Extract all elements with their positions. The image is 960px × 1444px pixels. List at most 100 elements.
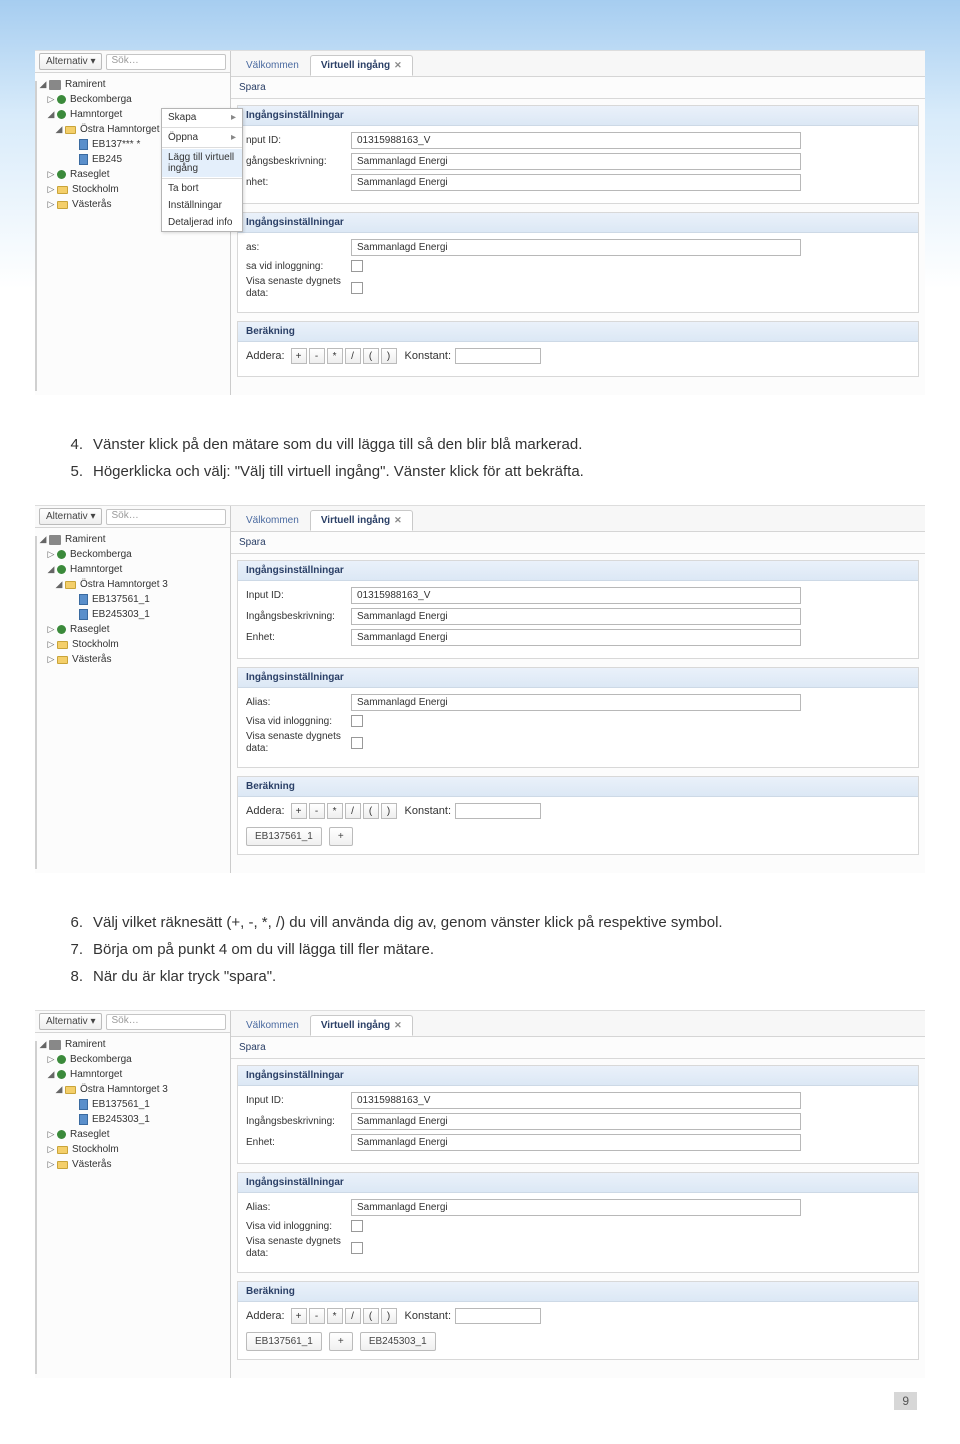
input-id-field[interactable]: 01315988163_V [351, 1092, 801, 1109]
formula-chip-plus[interactable]: + [329, 827, 353, 846]
alias-field[interactable]: Sammanlagd Energi [351, 239, 801, 256]
tab-valkommen[interactable]: Välkommen [235, 1015, 310, 1036]
beskrivning-field[interactable]: Sammanlagd Energi [351, 153, 801, 170]
visa-login-checkbox[interactable] [351, 260, 363, 272]
op-minus-button[interactable]: - [309, 348, 325, 364]
tab-valkommen[interactable]: Välkommen [235, 55, 310, 76]
tree-item[interactable]: Beckomberga [70, 547, 132, 562]
op-div-button[interactable]: / [345, 803, 361, 819]
op-lparen-button[interactable]: ( [363, 1308, 379, 1324]
op-mult-button[interactable]: * [327, 1308, 343, 1324]
panel-header: Beräkning [238, 1282, 918, 1302]
op-div-button[interactable]: / [345, 348, 361, 364]
tree-item[interactable]: Stockholm [72, 1142, 119, 1157]
op-mult-button[interactable]: * [327, 803, 343, 819]
ctx-skapa[interactable]: Skapa▸ [162, 109, 242, 126]
formula-chip[interactable]: EB137561_1 [246, 1332, 322, 1351]
visa-login-checkbox[interactable] [351, 1220, 363, 1232]
op-lparen-button[interactable]: ( [363, 803, 379, 819]
close-icon[interactable]: ✕ [394, 1020, 402, 1030]
tree-meter[interactable]: EB245303_1 [92, 607, 150, 622]
op-lparen-button[interactable]: ( [363, 348, 379, 364]
konstant-input[interactable] [455, 1308, 541, 1324]
tree-item[interactable]: Västerås [72, 197, 111, 212]
alias-field[interactable]: Sammanlagd Energi [351, 1199, 801, 1216]
visa-login-checkbox[interactable] [351, 715, 363, 727]
ctx-oppna[interactable]: Öppna▸ [162, 129, 242, 146]
tab-virtuell-ingang[interactable]: Virtuell ingång✕ [310, 510, 413, 531]
formula-chip[interactable]: EB137561_1 [246, 827, 322, 846]
options-button[interactable]: Alternativ ▾ [39, 53, 102, 70]
tree-item[interactable]: Östra Hamntorget 3 [80, 577, 168, 592]
context-menu: Skapa▸ Öppna▸ Lägg till virtuell ingång … [161, 108, 243, 232]
tree-meter[interactable]: EB245 [92, 152, 122, 167]
op-plus-button[interactable]: + [291, 1308, 307, 1324]
tree-meter[interactable]: EB245303_1 [92, 1112, 150, 1127]
tree-item[interactable]: Hamntorget [70, 562, 122, 577]
search-input[interactable]: Sök… [106, 509, 226, 525]
tree-item[interactable]: Hamntorget [70, 1067, 122, 1082]
formula-chip[interactable]: EB245303_1 [360, 1332, 436, 1351]
visa-dygn-checkbox[interactable] [351, 737, 363, 749]
tree-item[interactable]: Raseglet [70, 622, 109, 637]
tree-item[interactable]: Raseglet [70, 1127, 109, 1142]
tab-virtuell-ingang[interactable]: Virtuell ingång✕ [310, 55, 413, 76]
enhet-field[interactable]: Sammanlagd Energi [351, 174, 801, 191]
tree-meter[interactable]: EB137561_1 [92, 1097, 150, 1112]
search-input[interactable]: Sök… [106, 1014, 226, 1030]
instruction-block: 4.Vänster klick på den mätare som du vil… [35, 401, 925, 505]
tree-item[interactable]: Östra Hamntorget 3 [80, 122, 168, 137]
save-button[interactable]: Spara [239, 82, 266, 93]
op-rparen-button[interactable]: ) [381, 348, 397, 364]
tree-root[interactable]: Ramirent [65, 1037, 106, 1052]
op-plus-button[interactable]: + [291, 803, 307, 819]
ctx-installningar[interactable]: Inställningar [162, 197, 242, 214]
tree-item[interactable]: Stockholm [72, 637, 119, 652]
tree-item[interactable]: Stockholm [72, 182, 119, 197]
input-id-field[interactable]: 01315988163_V [351, 132, 801, 149]
tree-item[interactable]: Raseglet [70, 167, 109, 182]
op-rparen-button[interactable]: ) [381, 803, 397, 819]
beskrivning-field[interactable]: Sammanlagd Energi [351, 1113, 801, 1130]
visa-dygn-checkbox[interactable] [351, 282, 363, 294]
op-minus-button[interactable]: - [309, 1308, 325, 1324]
tree-root[interactable]: Ramirent [65, 77, 106, 92]
ctx-tabort[interactable]: Ta bort [162, 180, 242, 197]
tree-meter[interactable]: EB137*** * [92, 137, 140, 152]
enhet-field[interactable]: Sammanlagd Energi [351, 629, 801, 646]
tab-valkommen[interactable]: Välkommen [235, 510, 310, 531]
formula-chip-plus[interactable]: + [329, 1332, 353, 1351]
save-button[interactable]: Spara [239, 1042, 266, 1053]
op-rparen-button[interactable]: ) [381, 1308, 397, 1324]
alias-field[interactable]: Sammanlagd Energi [351, 694, 801, 711]
op-minus-button[interactable]: - [309, 803, 325, 819]
ctx-detaljerad[interactable]: Detaljerad info [162, 214, 242, 231]
beskrivning-field[interactable]: Sammanlagd Energi [351, 608, 801, 625]
konstant-input[interactable] [455, 348, 541, 364]
op-plus-button[interactable]: + [291, 348, 307, 364]
server-icon [49, 1040, 61, 1050]
close-icon[interactable]: ✕ [394, 60, 402, 70]
tree-item[interactable]: Västerås [72, 1157, 111, 1172]
tree-item[interactable]: Hamntorget [70, 107, 122, 122]
options-button[interactable]: Alternativ ▾ [39, 1013, 102, 1030]
input-id-field[interactable]: 01315988163_V [351, 587, 801, 604]
tree-root[interactable]: Ramirent [65, 532, 106, 547]
enhet-field[interactable]: Sammanlagd Energi [351, 1134, 801, 1151]
visa-dygn-checkbox[interactable] [351, 1242, 363, 1254]
options-button[interactable]: Alternativ ▾ [39, 508, 102, 525]
tab-virtuell-ingang[interactable]: Virtuell ingång✕ [310, 1015, 413, 1036]
tree-item[interactable]: Beckomberga [70, 92, 132, 107]
search-input[interactable]: Sök… [106, 54, 226, 70]
tree-item[interactable]: Beckomberga [70, 1052, 132, 1067]
folder-icon [57, 1146, 68, 1154]
konstant-input[interactable] [455, 803, 541, 819]
save-button[interactable]: Spara [239, 537, 266, 548]
tree-item[interactable]: Västerås [72, 652, 111, 667]
op-div-button[interactable]: / [345, 1308, 361, 1324]
tree-meter[interactable]: EB137561_1 [92, 592, 150, 607]
ctx-lagg-virtuell[interactable]: Lägg till virtuell ingång [162, 149, 242, 177]
op-mult-button[interactable]: * [327, 348, 343, 364]
tree-item[interactable]: Östra Hamntorget 3 [80, 1082, 168, 1097]
close-icon[interactable]: ✕ [394, 515, 402, 525]
